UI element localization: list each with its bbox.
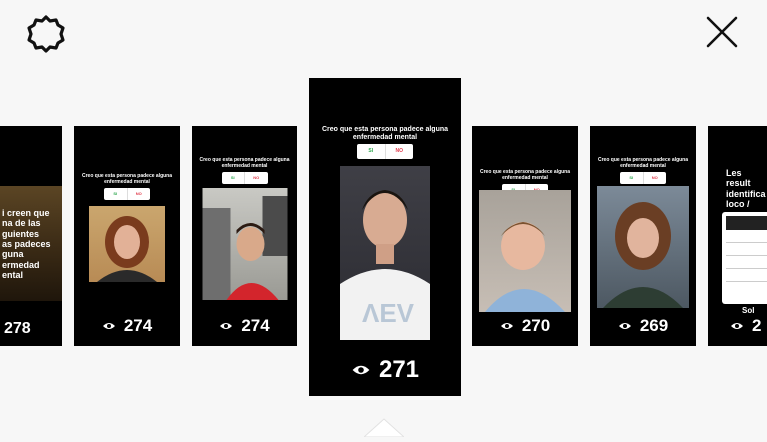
eye-icon (352, 365, 370, 375)
results-row (726, 236, 767, 243)
poll-no: NO (135, 191, 142, 196)
story-photo (202, 188, 287, 300)
story-question: Creo que esta persona padece alguna enfe… (81, 173, 173, 185)
svg-text:ΛEV: ΛEV (362, 298, 415, 328)
view-count: 271 (309, 356, 461, 384)
view-count: 270 (472, 316, 578, 336)
story-question: Creo que esta persona padece alguna enfe… (321, 126, 449, 142)
story-footer: Sol (742, 306, 755, 315)
eye-icon (500, 323, 513, 329)
story-question: Creo que esta persona padece alguna enfe… (597, 157, 689, 169)
poll-no: NO (395, 148, 404, 154)
view-count: 274 (192, 316, 297, 336)
story-question: Creo que esta persona padece alguna enfe… (479, 169, 571, 181)
story-photo: ΛEV (340, 166, 430, 340)
view-count: 278 (4, 320, 31, 337)
story-card[interactable]: i creen que na de las guientes as padece… (0, 126, 62, 346)
poll-sticker: SI NO (357, 144, 413, 159)
gear-icon[interactable] (24, 12, 68, 56)
story-photo (89, 206, 165, 282)
story-text: Les result identifica loco / (726, 168, 766, 210)
story-card[interactable]: Creo que esta persona padece alguna enfe… (590, 126, 696, 346)
story-text: i creen que na de las guientes as padece… (2, 208, 51, 281)
results-header (726, 216, 767, 230)
eye-icon (618, 323, 631, 329)
eye-icon (731, 323, 743, 329)
poll-yes: SI (104, 188, 128, 200)
view-count: 2 (708, 316, 767, 336)
story-strip: i creen que na de las guientes as padece… (0, 76, 767, 406)
eye-icon (102, 323, 115, 329)
results-card (722, 212, 767, 304)
poll-yes: SI (357, 144, 386, 159)
poll-sticker: SI NO (620, 172, 666, 184)
view-count: 274 (74, 316, 180, 336)
story-card-selected[interactable]: Creo que esta persona padece alguna enfe… (309, 78, 461, 396)
selection-pointer (362, 417, 406, 438)
story-photo (597, 186, 689, 308)
story-photo (479, 190, 571, 312)
story-question: Creo que esta persona padece alguna enfe… (199, 157, 290, 169)
poll-sticker: SI NO (104, 188, 150, 200)
poll-yes: SI (620, 172, 644, 184)
story-card[interactable]: Les result identifica loco / Sol 2 (708, 126, 767, 346)
story-card[interactable]: Creo que esta persona padece alguna enfe… (192, 126, 297, 346)
top-bar (0, 0, 767, 70)
results-row (726, 262, 767, 269)
poll-no: NO (651, 175, 658, 180)
view-count: 269 (590, 316, 696, 336)
story-card[interactable]: Creo que esta persona padece alguna enfe… (74, 126, 180, 346)
story-card[interactable]: Creo que esta persona padece alguna enfe… (472, 126, 578, 346)
poll-sticker: SI NO (221, 172, 268, 184)
results-row (726, 249, 767, 256)
poll-no: NO (253, 175, 260, 180)
eye-icon (220, 323, 233, 329)
close-icon[interactable] (702, 12, 742, 52)
results-row (726, 275, 767, 282)
poll-yes: SI (222, 172, 245, 184)
